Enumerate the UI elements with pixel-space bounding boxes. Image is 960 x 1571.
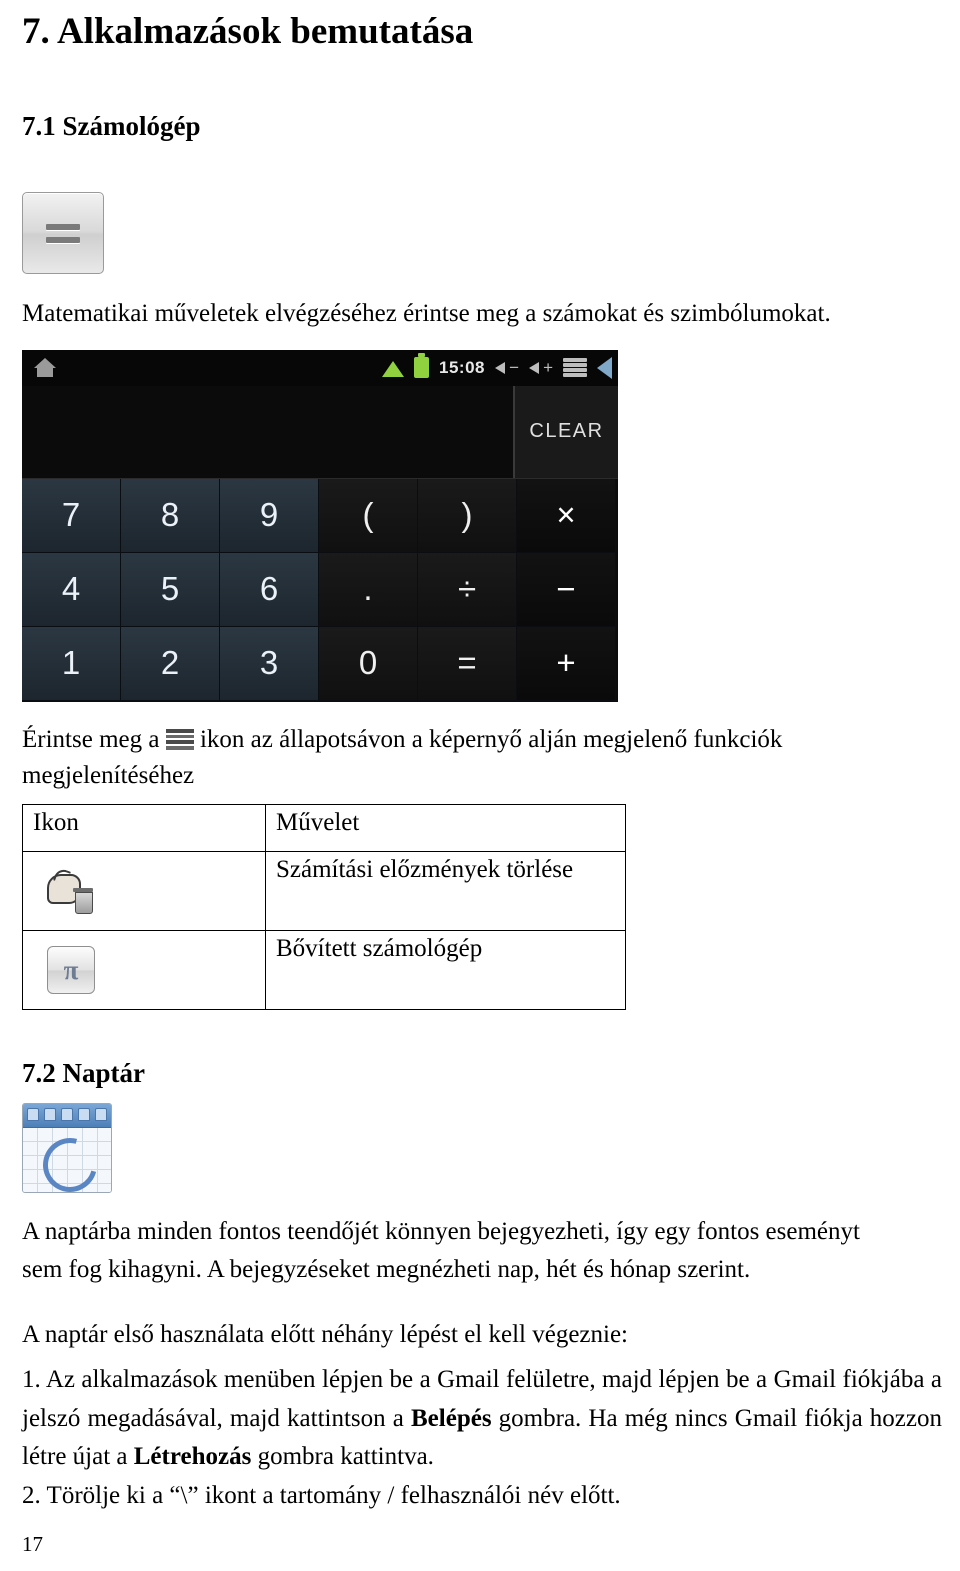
status-bar-right-group: 15:08 − + bbox=[382, 353, 612, 379]
key-2[interactable]: 2 bbox=[121, 626, 220, 701]
menu-instruction-line1: Érintse meg a ikon az állapotsávon a kép… bbox=[22, 722, 942, 758]
table-cell-action-advanced-panel: Bővített számológép bbox=[265, 930, 626, 1010]
key-9[interactable]: 9 bbox=[220, 478, 319, 553]
back-icon bbox=[597, 356, 612, 379]
menu-instruction-text-b: ikon az állapotsávon a képernyő alján me… bbox=[199, 725, 783, 753]
wifi-icon bbox=[382, 359, 405, 377]
table-cell-icon-advanced-panel: π bbox=[22, 930, 266, 1010]
key-close-paren[interactable]: ) bbox=[418, 478, 517, 553]
menu-instruction-text-a: Érintse meg a bbox=[22, 725, 160, 753]
table-header-action: Művelet bbox=[265, 804, 626, 852]
key-4[interactable]: 4 bbox=[22, 552, 121, 627]
calendar-description-line2: sem fog kihagyni. A bejegyzéseket megnéz… bbox=[22, 1255, 751, 1283]
step1-text-c: gombra kattintva. bbox=[251, 1443, 434, 1471]
status-bar: 15:08 − + bbox=[22, 349, 618, 386]
table-cell-icon-clear-history bbox=[22, 851, 266, 931]
key-7[interactable]: 7 bbox=[22, 478, 121, 553]
section-title-calendar: 7.2 Naptár bbox=[22, 1058, 145, 1088]
document-page: 7. Alkalmazások bemutatása 7.1 Számológé… bbox=[0, 0, 960, 1571]
menu-icon bbox=[563, 358, 587, 377]
key-plus[interactable]: + bbox=[517, 626, 616, 701]
key-open-paren[interactable]: ( bbox=[319, 478, 418, 553]
key-5[interactable]: 5 bbox=[121, 552, 220, 627]
table-row: π Bővített számológép bbox=[22, 930, 626, 1010]
section-title-calculator: 7.1 Számológép bbox=[22, 111, 201, 141]
functions-table: Ikon Művelet Számítási előzmények törlés… bbox=[22, 804, 626, 1010]
equals-glyph bbox=[46, 223, 80, 243]
calendar-setup-intro: A naptár első használata előtt néhány lé… bbox=[22, 1321, 629, 1348]
key-1[interactable]: 1 bbox=[22, 626, 121, 701]
calendar-app-icon bbox=[22, 1103, 112, 1193]
calendar-step-2: 2. Törölje ki a “\” ikont a tartomány / … bbox=[22, 1482, 621, 1509]
status-clock: 15:08 bbox=[439, 357, 485, 377]
home-icon bbox=[32, 357, 58, 379]
key-minus[interactable]: − bbox=[517, 552, 616, 627]
clear-button[interactable]: CLEAR bbox=[513, 385, 618, 478]
key-equals[interactable]: = bbox=[418, 626, 517, 701]
volume-down-icon: − bbox=[495, 358, 519, 378]
calendar-description-line1: A naptárba minden fontos teendőjét könny… bbox=[22, 1218, 860, 1245]
table-row: Számítási előzmények törlése bbox=[22, 851, 626, 931]
battery-icon bbox=[414, 353, 430, 378]
calculator-keypad: 7 8 9 ( ) × 4 5 6 . ÷ − 1 2 3 0 = + bbox=[22, 478, 618, 701]
page-number: 17 bbox=[22, 1532, 43, 1556]
table-header-icon: Ikon bbox=[22, 804, 266, 852]
key-3[interactable]: 3 bbox=[220, 626, 319, 701]
chapter-title: 7. Alkalmazások bemutatása bbox=[22, 11, 474, 52]
key-multiply[interactable]: × bbox=[517, 478, 616, 553]
pi-advanced-panel-icon: π bbox=[47, 946, 95, 994]
table-header-row: Ikon Művelet bbox=[22, 804, 626, 852]
calculator-display: CLEAR bbox=[22, 385, 618, 479]
calculator-screenshot: 15:08 − + CLEAR 7 8 9 ( ) × 4 5 6 . ÷ − … bbox=[22, 349, 618, 702]
calendar-icon-rings bbox=[23, 1104, 111, 1128]
step1-bold-create: Létrehozás bbox=[133, 1443, 252, 1471]
key-0[interactable]: 0 bbox=[319, 626, 418, 701]
calculator-intro-text: Matematikai műveletek elvégzéséhez érint… bbox=[22, 300, 831, 327]
page-content: 7. Alkalmazások bemutatása 7.1 Számológé… bbox=[22, 0, 942, 1515]
menu-instruction-line2: megjelenítéséhez bbox=[22, 761, 195, 789]
list-menu-icon bbox=[165, 728, 194, 750]
key-decimal-point[interactable]: . bbox=[319, 552, 418, 627]
clear-history-icon bbox=[47, 868, 93, 914]
calculator-app-icon bbox=[22, 192, 104, 274]
step1-bold-login: Belépés bbox=[411, 1404, 492, 1432]
key-6[interactable]: 6 bbox=[220, 552, 319, 627]
key-8[interactable]: 8 bbox=[121, 478, 220, 553]
calendar-step-1: 1. Az alkalmazások menüben lépjen be a G… bbox=[22, 1361, 942, 1477]
table-cell-action-clear-history: Számítási előzmények törlése bbox=[265, 851, 626, 931]
volume-up-icon: + bbox=[529, 358, 553, 378]
key-divide[interactable]: ÷ bbox=[418, 552, 517, 627]
